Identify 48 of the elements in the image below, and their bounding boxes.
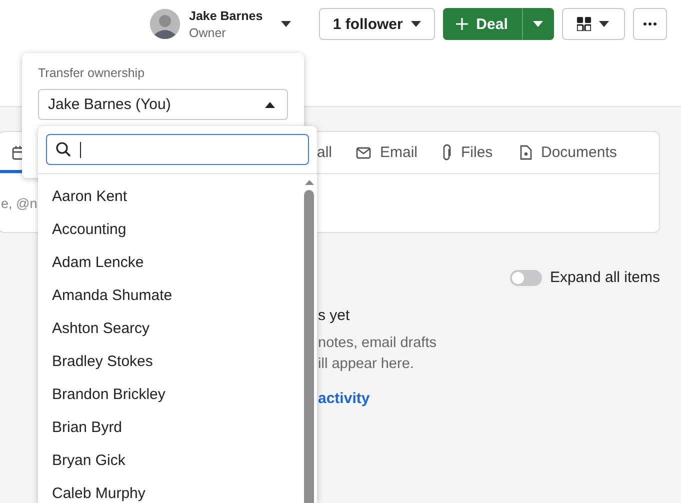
activity-tab[interactable]: Email: [356, 132, 418, 173]
scrollbar-thumb[interactable]: [304, 190, 314, 503]
add-deal-button[interactable]: Deal: [442, 8, 522, 40]
deal-menu-button[interactable]: [522, 8, 554, 40]
note-field[interactable]: e, @n: [1, 196, 38, 211]
follower-button[interactable]: 1 follower: [319, 8, 435, 40]
search-icon: [56, 142, 71, 157]
owner-name: Jake Barnes: [189, 8, 263, 22]
owner-option[interactable]: Ashton Searcy: [38, 312, 303, 345]
owner-option[interactable]: Bryan Gick: [38, 444, 303, 477]
search-field[interactable]: [46, 134, 309, 165]
grid-icon: [577, 17, 592, 31]
activity-tab[interactable]: Documents: [520, 132, 617, 173]
owner-option[interactable]: Bradley Stokes: [38, 345, 303, 378]
document-icon: [520, 145, 532, 160]
owner-option[interactable]: Brian Byrd: [38, 411, 303, 444]
activity-tab[interactable]: Files: [442, 132, 493, 173]
owner-option[interactable]: Accounting: [38, 213, 303, 246]
empty-title: s yet: [318, 307, 351, 324]
caret-icon: [281, 21, 292, 27]
more-icon: [643, 22, 658, 26]
plus-icon: [456, 18, 468, 30]
popover-label: Transfer ownership: [38, 66, 146, 80]
owner-option[interactable]: Amanda Shumate: [38, 279, 303, 312]
owner-option[interactable]: Brandon Brickley: [38, 378, 303, 411]
calendar-icon: [12, 146, 24, 160]
scroll-up-icon[interactable]: [304, 180, 314, 185]
avatar-icon: [150, 9, 180, 39]
owner-select[interactable]: Jake Barnes (You): [38, 89, 288, 120]
toggle-label: Expand all items: [550, 269, 660, 286]
caret-icon: [410, 21, 421, 27]
caret-icon: [532, 21, 543, 27]
caret-icon: [599, 21, 610, 27]
caret-icon: [265, 102, 275, 108]
owner-role: Owner: [189, 26, 227, 40]
add-activity-link[interactable]: activity: [318, 390, 370, 407]
activity-tab[interactable]: all: [317, 132, 332, 173]
more-button[interactable]: [633, 8, 668, 40]
empty-description: notes, email drafts: [318, 334, 438, 353]
owner-option[interactable]: Caleb Murphy: [38, 477, 303, 503]
expand-toggle[interactable]: [510, 270, 542, 286]
envelope-icon: [356, 146, 371, 158]
owner-option[interactable]: Adam Lencke: [38, 246, 303, 279]
text-cursor: [80, 142, 81, 158]
empty-description: ill appear here.: [318, 355, 415, 374]
owner-option[interactable]: Aaron Kent: [38, 180, 303, 213]
view-switch-button[interactable]: [562, 8, 626, 40]
paperclip-icon: [442, 144, 452, 161]
